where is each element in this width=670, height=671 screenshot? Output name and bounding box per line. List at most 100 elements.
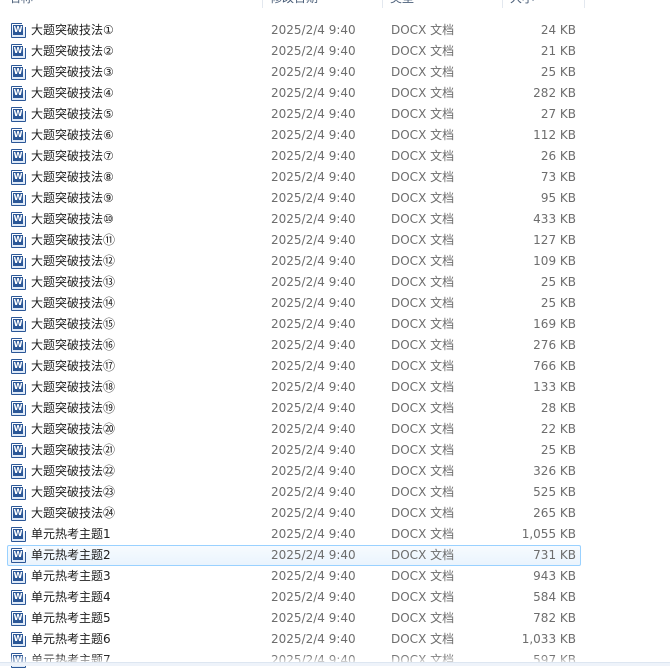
file-type: DOCX 文档 bbox=[391, 590, 455, 604]
file-name: 大题突破技法⑮ bbox=[31, 317, 116, 331]
file-row[interactable]: W 大题突破技法④ 2025/2/4 9:40 DOCX 文档 282 KB bbox=[7, 83, 581, 104]
file-row[interactable]: W 大题突破技法㉔ 2025/2/4 9:40 DOCX 文档 265 KB bbox=[7, 503, 581, 524]
word-doc-icon: W bbox=[11, 569, 26, 584]
word-doc-icon-glyph: W bbox=[13, 151, 23, 161]
word-doc-icon: W bbox=[11, 254, 26, 269]
file-type: DOCX 文档 bbox=[391, 107, 455, 121]
file-name: 大题突破技法⑱ bbox=[31, 380, 116, 394]
file-date: 2025/2/4 9:40 bbox=[271, 149, 356, 163]
file-date: 2025/2/4 9:40 bbox=[271, 569, 356, 583]
file-size: 326 KB bbox=[533, 464, 576, 478]
file-type: DOCX 文档 bbox=[391, 527, 455, 541]
file-type: DOCX 文档 bbox=[391, 422, 455, 436]
file-size: 112 KB bbox=[533, 128, 576, 142]
column-header-type[interactable]: 类型 bbox=[390, 0, 414, 8]
file-row[interactable]: W 大题突破技法⑩ 2025/2/4 9:40 DOCX 文档 433 KB bbox=[7, 209, 581, 230]
column-header-date[interactable]: 修改日期 bbox=[270, 0, 318, 8]
word-doc-icon: W bbox=[11, 527, 26, 542]
file-row[interactable]: W 大题突破技法⑧ 2025/2/4 9:40 DOCX 文档 73 KB bbox=[7, 167, 581, 188]
file-size: 73 KB bbox=[540, 170, 576, 184]
file-size: 169 KB bbox=[533, 317, 576, 331]
file-row[interactable]: W 大题突破技法⑮ 2025/2/4 9:40 DOCX 文档 169 KB bbox=[7, 314, 581, 335]
word-doc-icon: W bbox=[11, 359, 26, 374]
file-name: 大题突破技法⑧ bbox=[31, 170, 114, 184]
file-row[interactable]: W 大题突破技法⑲ 2025/2/4 9:40 DOCX 文档 28 KB bbox=[7, 398, 581, 419]
word-doc-icon-glyph: W bbox=[13, 256, 23, 266]
column-divider[interactable] bbox=[382, 0, 383, 8]
file-date: 2025/2/4 9:40 bbox=[271, 338, 356, 352]
word-doc-icon: W bbox=[11, 590, 26, 605]
file-date: 2025/2/4 9:40 bbox=[271, 485, 356, 499]
file-row[interactable]: W 大题突破技法㉓ 2025/2/4 9:40 DOCX 文档 525 KB bbox=[7, 482, 581, 503]
word-doc-icon-glyph: W bbox=[13, 340, 23, 350]
file-row[interactable]: W 大题突破技法⑨ 2025/2/4 9:40 DOCX 文档 95 KB bbox=[7, 188, 581, 209]
file-row[interactable]: W 大题突破技法⑯ 2025/2/4 9:40 DOCX 文档 276 KB bbox=[7, 335, 581, 356]
file-row[interactable]: W 大题突破技法⑰ 2025/2/4 9:40 DOCX 文档 766 KB bbox=[7, 356, 581, 377]
file-row[interactable]: W 大题突破技法② 2025/2/4 9:40 DOCX 文档 21 KB bbox=[7, 41, 581, 62]
file-row[interactable]: W 单元热考主题6 2025/2/4 9:40 DOCX 文档 1,033 KB bbox=[7, 629, 581, 650]
file-row[interactable]: W 单元热考主题1 2025/2/4 9:40 DOCX 文档 1,055 KB bbox=[7, 524, 581, 545]
file-date: 2025/2/4 9:40 bbox=[271, 233, 356, 247]
file-date: 2025/2/4 9:40 bbox=[271, 548, 356, 562]
file-date: 2025/2/4 9:40 bbox=[271, 527, 356, 541]
file-type: DOCX 文档 bbox=[391, 44, 455, 58]
file-row[interactable]: W 大题突破技法㉒ 2025/2/4 9:40 DOCX 文档 326 KB bbox=[7, 461, 581, 482]
column-header-name[interactable]: 名称 bbox=[9, 0, 33, 8]
file-row[interactable]: W 大题突破技法① 2025/2/4 9:40 DOCX 文档 24 KB bbox=[7, 20, 581, 41]
file-row[interactable]: W 大题突破技法⑥ 2025/2/4 9:40 DOCX 文档 112 KB bbox=[7, 125, 581, 146]
file-size: 26 KB bbox=[540, 149, 576, 163]
file-type: DOCX 文档 bbox=[391, 632, 455, 646]
file-type: DOCX 文档 bbox=[391, 380, 455, 394]
word-doc-icon: W bbox=[11, 128, 26, 143]
file-row[interactable]: W 单元热考主题3 2025/2/4 9:40 DOCX 文档 943 KB bbox=[7, 566, 581, 587]
file-size: 25 KB bbox=[540, 296, 576, 310]
word-doc-icon: W bbox=[11, 443, 26, 458]
file-type: DOCX 文档 bbox=[391, 86, 455, 100]
file-row[interactable]: W 单元热考主题5 2025/2/4 9:40 DOCX 文档 782 KB bbox=[7, 608, 581, 629]
word-doc-icon: W bbox=[11, 632, 26, 647]
word-doc-icon: W bbox=[11, 422, 26, 437]
file-name: 大题突破技法⑳ bbox=[31, 422, 116, 436]
file-name: 大题突破技法㉒ bbox=[31, 464, 116, 478]
file-type: DOCX 文档 bbox=[391, 191, 455, 205]
column-divider[interactable] bbox=[584, 0, 585, 8]
file-row[interactable]: W 大题突破技法⑬ 2025/2/4 9:40 DOCX 文档 25 KB bbox=[7, 272, 581, 293]
word-doc-icon: W bbox=[11, 275, 26, 290]
word-doc-icon-glyph: W bbox=[13, 235, 23, 245]
file-type: DOCX 文档 bbox=[391, 569, 455, 583]
file-date: 2025/2/4 9:40 bbox=[271, 191, 356, 205]
word-doc-icon-glyph: W bbox=[13, 487, 23, 497]
file-size: 265 KB bbox=[533, 506, 576, 520]
file-date: 2025/2/4 9:40 bbox=[271, 296, 356, 310]
file-row[interactable]: W 大题突破技法⑪ 2025/2/4 9:40 DOCX 文档 127 KB bbox=[7, 230, 581, 251]
file-date: 2025/2/4 9:40 bbox=[271, 107, 356, 121]
file-size: 109 KB bbox=[533, 254, 576, 268]
file-row[interactable]: W 大题突破技法③ 2025/2/4 9:40 DOCX 文档 25 KB bbox=[7, 62, 581, 83]
file-date: 2025/2/4 9:40 bbox=[271, 23, 356, 37]
file-date: 2025/2/4 9:40 bbox=[271, 590, 356, 604]
word-doc-icon: W bbox=[11, 44, 26, 59]
file-row[interactable]: W 大题突破技法⑱ 2025/2/4 9:40 DOCX 文档 133 KB bbox=[7, 377, 581, 398]
file-date: 2025/2/4 9:40 bbox=[271, 170, 356, 184]
word-doc-icon-glyph: W bbox=[13, 67, 23, 77]
file-row[interactable]: W 大题突破技法⑭ 2025/2/4 9:40 DOCX 文档 25 KB bbox=[7, 293, 581, 314]
column-divider[interactable] bbox=[262, 0, 263, 8]
column-header-size[interactable]: 大小 bbox=[510, 0, 534, 8]
column-divider[interactable] bbox=[502, 0, 503, 8]
file-row[interactable]: W 大题突破技法⑦ 2025/2/4 9:40 DOCX 文档 26 KB bbox=[7, 146, 581, 167]
file-name: 大题突破技法⑪ bbox=[31, 233, 116, 247]
file-row[interactable]: W 大题突破技法⑫ 2025/2/4 9:40 DOCX 文档 109 KB bbox=[7, 251, 581, 272]
word-doc-icon-glyph: W bbox=[13, 466, 23, 476]
file-name: 大题突破技法⑫ bbox=[31, 254, 116, 268]
file-row[interactable]: W 单元热考主题4 2025/2/4 9:40 DOCX 文档 584 KB bbox=[7, 587, 581, 608]
file-row[interactable]: W 大题突破技法㉑ 2025/2/4 9:40 DOCX 文档 25 KB bbox=[7, 440, 581, 461]
file-date: 2025/2/4 9:40 bbox=[271, 317, 356, 331]
file-row[interactable]: W 单元热考主题2 2025/2/4 9:40 DOCX 文档 731 KB bbox=[7, 545, 581, 566]
file-row[interactable]: W 大题突破技法⑳ 2025/2/4 9:40 DOCX 文档 22 KB bbox=[7, 419, 581, 440]
word-doc-icon: W bbox=[11, 506, 26, 521]
file-date: 2025/2/4 9:40 bbox=[271, 65, 356, 79]
file-row[interactable]: W 大题突破技法⑤ 2025/2/4 9:40 DOCX 文档 27 KB bbox=[7, 104, 581, 125]
file-date: 2025/2/4 9:40 bbox=[271, 422, 356, 436]
file-type: DOCX 文档 bbox=[391, 296, 455, 310]
file-type: DOCX 文档 bbox=[391, 464, 455, 478]
